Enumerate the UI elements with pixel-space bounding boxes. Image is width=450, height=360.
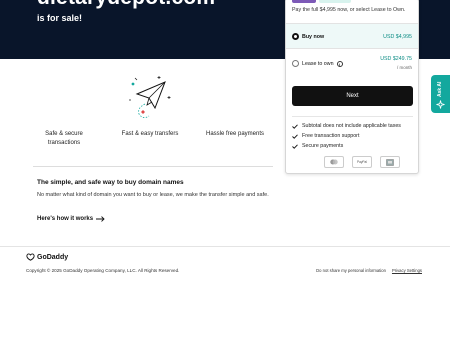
ask-ai-label: Ask AI xyxy=(437,81,443,97)
ask-ai-button[interactable]: Ask AI xyxy=(431,75,450,113)
arrow-right-icon xyxy=(96,216,105,222)
buy-now-price: USD $4,995 xyxy=(383,34,412,40)
godaddy-logo[interactable]: GoDaddy xyxy=(26,253,68,261)
paper-plane-illustration-icon xyxy=(129,76,171,118)
badge-mint xyxy=(319,0,351,3)
checkmark-icon xyxy=(292,133,298,139)
lease-to-own-label: Lease to own i xyxy=(302,61,343,67)
card-subtitle: Pay the full $4,995 now, or select Lease… xyxy=(292,7,406,13)
feature-fast-transfers: Fast & easy transfers xyxy=(121,131,179,137)
footer-links: Do not share my personal information Pri… xyxy=(316,268,422,273)
feature-hassle-free-payments: Hassle free payments xyxy=(205,131,265,137)
purchase-card: Pay the full $4,995 now, or select Lease… xyxy=(285,0,419,174)
bank-icon xyxy=(380,156,400,168)
card-badges xyxy=(292,0,351,3)
checkmark-icon xyxy=(292,143,298,149)
payment-methods: PayPal xyxy=(324,156,400,168)
features-section: Safe & secure transactions Fast & easy t… xyxy=(30,72,275,162)
check-item: Free transaction support xyxy=(292,131,401,141)
card-separator xyxy=(292,116,413,117)
checkmark-icon xyxy=(292,123,298,129)
badge-purple xyxy=(292,0,316,3)
godaddy-logo-icon xyxy=(26,253,35,261)
info-title: The simple, and safe way to buy domain n… xyxy=(37,179,184,186)
footer-divider xyxy=(0,246,450,247)
paypal-icon: PayPal xyxy=(352,156,372,168)
do-not-share-link[interactable]: Do not share my personal information xyxy=(316,268,386,273)
privacy-settings-link[interactable]: Privacy Settings xyxy=(392,268,422,273)
logo-text: GoDaddy xyxy=(37,253,69,261)
lease-price: USD $249.75 xyxy=(380,56,412,62)
option-lease-to-own[interactable]: Lease to own i USD $249.75 / month xyxy=(286,51,418,79)
info-text: No matter what kind of domain you want t… xyxy=(37,192,269,198)
option-buy-now[interactable]: Buy now USD $4,995 xyxy=(286,23,418,49)
for-sale-text: is for sale! xyxy=(37,13,83,23)
lease-period: / month xyxy=(396,65,412,70)
checks-list: Subtotal does not include applicable tax… xyxy=(292,121,401,151)
copyright-text: Copyright © 2025 GoDaddy Operating Compa… xyxy=(26,268,180,273)
info-section: The simple, and safe way to buy domain n… xyxy=(37,179,269,200)
section-divider xyxy=(33,166,273,167)
sparkle-icon xyxy=(436,100,445,109)
how-it-works-label: Here's how it works xyxy=(37,216,94,222)
check-item: Subtotal does not include applicable tax… xyxy=(292,121,401,131)
how-it-works-link[interactable]: Here's how it works xyxy=(37,216,105,222)
buy-now-label: Buy now xyxy=(302,34,325,40)
feature-secure-transactions: Safe & secure transactions xyxy=(45,131,83,146)
lease-to-own-radio[interactable] xyxy=(292,60,299,67)
domain-name: dietarydepot.com xyxy=(37,0,215,10)
buy-now-radio[interactable] xyxy=(292,33,299,40)
card-icon xyxy=(324,156,344,168)
check-item: Secure payments xyxy=(292,141,401,151)
next-button[interactable]: Next xyxy=(292,86,413,106)
info-icon[interactable]: i xyxy=(336,61,343,67)
